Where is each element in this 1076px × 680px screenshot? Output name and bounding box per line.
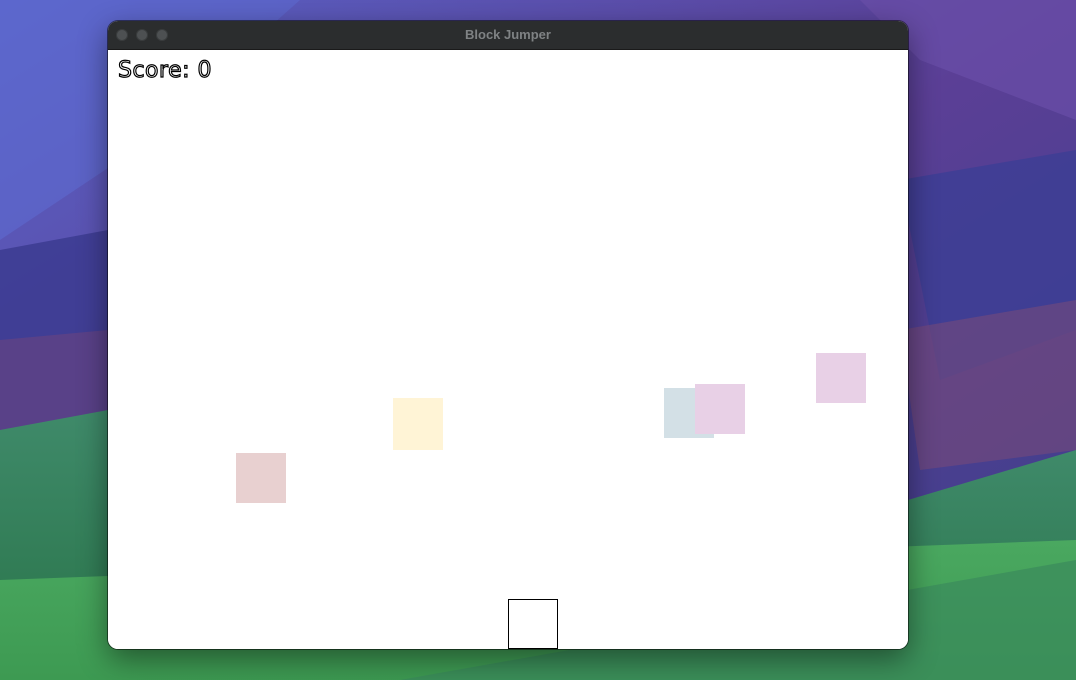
- game-window: Block Jumper Score: 0: [108, 21, 908, 649]
- falling-block-cream: [393, 398, 443, 450]
- falling-block-lilac-center: [695, 384, 745, 434]
- player-block[interactable]: [508, 599, 558, 649]
- game-canvas[interactable]: Score: 0: [108, 50, 908, 649]
- falling-block-rose: [236, 453, 286, 503]
- score-display: Score: 0: [117, 57, 213, 83]
- falling-block-lilac-right: [816, 353, 866, 403]
- window-title: Block Jumper: [465, 27, 551, 42]
- window-titlebar[interactable]: Block Jumper: [108, 21, 908, 50]
